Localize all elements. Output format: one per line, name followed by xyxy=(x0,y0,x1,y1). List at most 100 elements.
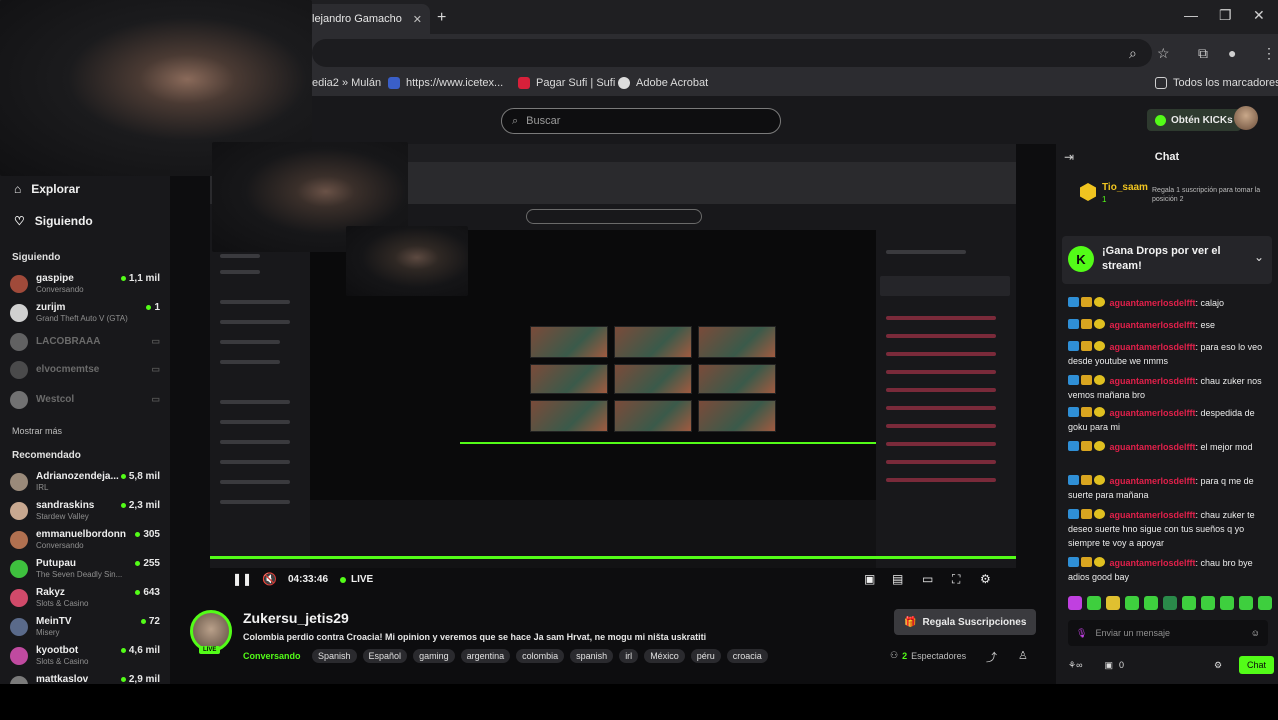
tag[interactable]: colombia xyxy=(516,649,565,663)
sidebar-channel[interactable]: LACOBRAAA ▭ xyxy=(10,330,160,356)
maximize-icon[interactable]: ❐ xyxy=(1219,7,1232,24)
collapse-chat-icon[interactable]: ⇥ xyxy=(1064,150,1074,164)
sidebar-channel[interactable]: MeinTV Misery 72 xyxy=(10,615,160,641)
nested-line xyxy=(220,480,290,484)
chat-settings-gear-icon[interactable]: ⚙ xyxy=(1214,660,1222,671)
sidebar-channel[interactable]: Putupau The Seven Deadly Sin... 255 xyxy=(10,557,160,583)
sidebar-channel[interactable]: emmanuelbordonn Conversando 305 xyxy=(10,528,160,554)
sidebar-channel[interactable]: kyootbot Slots & Casino 4,6 mil xyxy=(10,644,160,670)
bookmark-item[interactable]: Pagar Sufi | Sufi xyxy=(518,77,615,89)
sidebar-channel[interactable]: mattkaslov 2,9 mil xyxy=(10,673,160,684)
microphone-icon[interactable]: 🎙 xyxy=(1076,628,1087,639)
tag[interactable]: croacia xyxy=(726,649,768,663)
clip-icon[interactable]: ▣ xyxy=(864,572,875,586)
nested-thumbnail xyxy=(614,364,692,394)
sidebar-channel[interactable]: gaspipe Conversando 1,1 mil xyxy=(10,272,160,298)
emote-icon[interactable] xyxy=(1144,596,1158,610)
url-input[interactable] xyxy=(312,39,1152,67)
tag[interactable]: México xyxy=(644,649,685,663)
sidebar-channel[interactable]: Rakyz Slots & Casino 643 xyxy=(10,586,160,612)
following-section-title: Siguiendo xyxy=(12,252,61,263)
send-chat-button[interactable]: Chat xyxy=(1238,656,1274,674)
tag[interactable]: péru xyxy=(690,649,721,663)
nested-line xyxy=(220,500,290,504)
tab-title: lejandro Gamacho xyxy=(312,13,402,25)
badge-icon xyxy=(1068,375,1079,385)
share-icon[interactable]: ⤴ xyxy=(986,649,997,665)
bookmark-item[interactable]: edia2 » Mulán xyxy=(312,77,381,89)
menu-icon[interactable]: ⋮ xyxy=(1262,45,1276,62)
badge-icon xyxy=(1094,341,1105,351)
sidebar-channel[interactable]: sandraskins Stardew Valley 2,3 mil xyxy=(10,499,160,525)
tag[interactable]: Spanish xyxy=(312,649,357,663)
sidebar-channel[interactable]: elvocmemtse ▭ xyxy=(10,358,160,384)
emoji-icon[interactable]: ☺ xyxy=(1251,628,1260,638)
nav-explore[interactable]: ⌂ Explorar xyxy=(14,182,80,196)
tag[interactable]: gaming xyxy=(413,649,455,663)
chat-message: aguantamerlosdelfft: para eso lo veo des… xyxy=(1068,341,1263,366)
bookmark-star-icon[interactable]: ☆ xyxy=(1157,45,1170,62)
nested-progress-bar xyxy=(460,442,880,444)
all-bookmarks[interactable]: Todos los marcadores xyxy=(1155,77,1278,89)
emote-icon[interactable] xyxy=(1239,596,1253,610)
stream-category[interactable]: Conversando xyxy=(243,651,301,661)
folder-icon xyxy=(1155,77,1167,89)
emote-icon[interactable] xyxy=(1163,596,1177,610)
zoom-icon[interactable]: ⌕ xyxy=(1129,45,1137,62)
follow-user-icon[interactable]: ♙ xyxy=(1018,649,1028,662)
avatar xyxy=(10,647,28,665)
badge-icon xyxy=(1081,475,1092,485)
mute-icon[interactable]: 🔇 xyxy=(262,572,277,586)
kick-logo-icon: K xyxy=(1068,246,1094,272)
new-tab-icon[interactable]: + xyxy=(437,9,446,27)
tag[interactable]: argentina xyxy=(460,649,511,663)
browser-tab[interactable]: lejandro Gamacho ✕ xyxy=(300,4,430,34)
points-icon[interactable]: ⚘∞ xyxy=(1068,660,1082,671)
close-tab-icon[interactable]: ✕ xyxy=(413,13,422,26)
sidebar-channel[interactable]: Westcol ▭ xyxy=(10,388,160,414)
get-kicks-button[interactable]: Obtén KICKs xyxy=(1147,109,1241,131)
emote-icon[interactable] xyxy=(1258,596,1272,610)
emote-icon[interactable] xyxy=(1220,596,1234,610)
show-more-link[interactable]: Mostrar más xyxy=(12,426,62,436)
close-window-icon[interactable]: ✕ xyxy=(1253,7,1265,24)
user-avatar[interactable] xyxy=(1234,106,1258,130)
emote-icon[interactable] xyxy=(1106,596,1120,610)
channel-name[interactable]: Zukersu_jetis29 xyxy=(243,610,349,626)
nav-following[interactable]: ♡ Siguiendo xyxy=(14,214,93,228)
fullscreen-icon[interactable]: ⛶ xyxy=(952,572,960,587)
emote-icon[interactable] xyxy=(1182,596,1196,610)
gift-leaderboard: Tio_saam 1 Regala 1 suscripción para tom… xyxy=(1056,174,1278,214)
search-input[interactable]: ⌕ Buscar xyxy=(501,108,781,134)
nested-line xyxy=(886,406,996,410)
tag[interactable]: spanish xyxy=(570,649,614,663)
emote-icon[interactable] xyxy=(1125,596,1139,610)
settings-gear-icon[interactable]: ⚙ xyxy=(980,572,991,586)
nested-line xyxy=(220,400,290,404)
tag[interactable]: irl xyxy=(619,649,639,663)
drops-banner[interactable]: K ¡Gana Drops por ver el stream! ⌄ xyxy=(1062,236,1272,284)
nested-line xyxy=(886,424,996,428)
minimize-icon[interactable]: — xyxy=(1184,7,1198,23)
badge-icon xyxy=(1068,319,1079,329)
miniplayer-icon[interactable]: ▭ xyxy=(922,572,933,586)
nested-line xyxy=(220,300,290,304)
playback-progress-bar[interactable] xyxy=(210,556,1016,559)
emote-icon[interactable] xyxy=(1201,596,1215,610)
emote-icon[interactable] xyxy=(1087,596,1101,610)
sidebar-channel[interactable]: zurijm Grand Theft Auto V (GTA) 1 xyxy=(10,301,160,327)
chat-message-input[interactable]: 🎙 Enviar un mensaje ☺ xyxy=(1068,620,1268,646)
sidebar-channel[interactable]: Adrianozendeja... IRL 5,8 mil xyxy=(10,470,160,496)
badge-icon xyxy=(1068,297,1079,307)
letterbox-bar xyxy=(0,684,1278,720)
emote-icon[interactable] xyxy=(1068,596,1082,610)
bookmark-item[interactable]: Adobe Acrobat xyxy=(618,77,708,89)
bookmark-item[interactable]: https://www.icetex... xyxy=(388,77,503,89)
theater-mode-icon[interactable]: ▤ xyxy=(892,572,903,586)
chevron-down-icon[interactable]: ⌄ xyxy=(1254,250,1264,264)
profile-icon[interactable]: ● xyxy=(1228,45,1236,61)
tag[interactable]: Español xyxy=(362,649,408,663)
gift-subscriptions-button[interactable]: 🎁 Regala Suscripciones xyxy=(894,609,1037,635)
pause-icon[interactable]: ❚❚ xyxy=(232,572,252,586)
extensions-icon[interactable]: ⧉ xyxy=(1198,45,1208,62)
